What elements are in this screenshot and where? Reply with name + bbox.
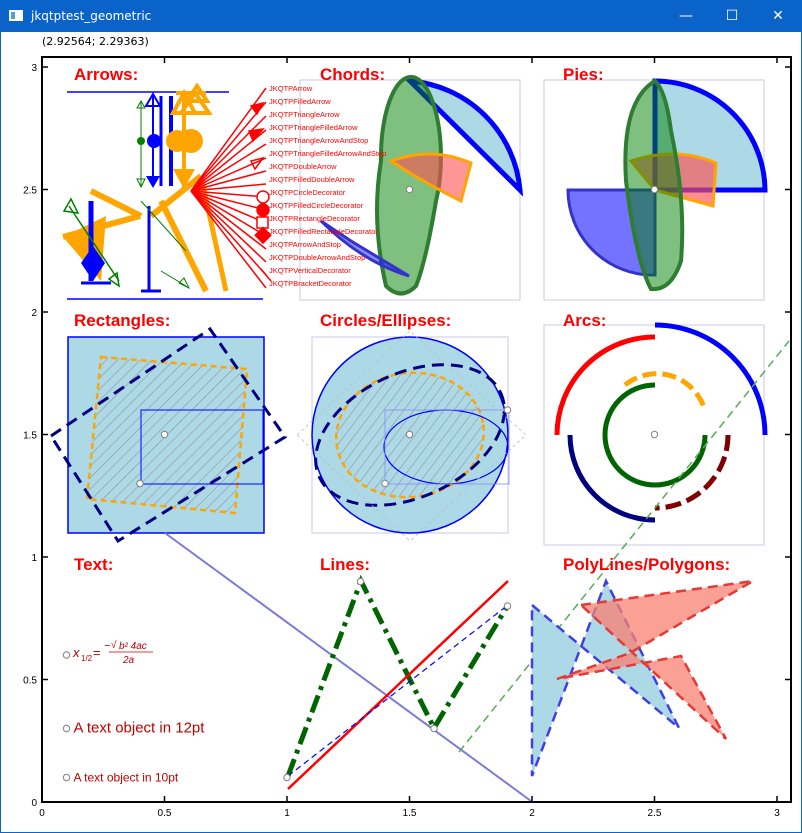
geometric-shapes-layer: x 1/2 = − √ b² 4ac 2a bbox=[48, 74, 790, 802]
section-heading: Rectangles: bbox=[74, 311, 170, 330]
section-heading: Arcs: bbox=[563, 311, 606, 330]
formula-numerator: √ bbox=[111, 639, 117, 651]
position-marker bbox=[283, 773, 291, 782]
arrow-type-label: JKQTPTriangleFilledArrowAndStop bbox=[269, 149, 386, 158]
formula-sub: 1/2 bbox=[81, 654, 93, 663]
position-marker bbox=[650, 430, 659, 439]
arrow-type-label: JKQTPRectangleDecorator bbox=[269, 214, 360, 223]
x-tick-label: 2 bbox=[529, 808, 535, 819]
y-tick-label: 0 bbox=[31, 798, 37, 809]
x-tick-label: 0.5 bbox=[158, 808, 172, 819]
arrow-type-label: JKQTPFilledArrow bbox=[269, 97, 331, 106]
text-object: A text object in 12pt bbox=[74, 720, 206, 737]
svg-text:−: − bbox=[104, 640, 111, 652]
section-heading: Chords: bbox=[320, 65, 385, 84]
x-tick-label: 0 bbox=[39, 808, 45, 819]
x-tick-label: 3 bbox=[774, 808, 780, 819]
polygons-demo bbox=[530, 577, 754, 777]
position-marker bbox=[62, 724, 71, 733]
text-object: A text object in 10pt bbox=[74, 771, 179, 785]
arrow-type-label: JKQTPBracketDecorator bbox=[269, 279, 352, 288]
position-marker bbox=[62, 773, 71, 782]
arrow-type-label: JKQTPDoubleArrow bbox=[269, 162, 337, 171]
x-tick-label: 2.5 bbox=[648, 808, 662, 819]
position-marker bbox=[160, 430, 169, 439]
svg-text:=: = bbox=[93, 645, 101, 660]
section-heading: Lines: bbox=[320, 555, 370, 574]
y-tick-label: 3 bbox=[31, 63, 37, 74]
position-marker bbox=[503, 602, 512, 610]
formula-lhs: x bbox=[72, 645, 80, 660]
arrow-type-label: JKQTPCircleDecorator bbox=[269, 188, 346, 197]
section-heading: Pies: bbox=[563, 65, 604, 84]
formula-text: x 1/2 = − √ b² 4ac 2a bbox=[72, 639, 153, 666]
position-marker bbox=[381, 479, 389, 488]
y-tick-label: 1 bbox=[31, 553, 37, 564]
position-marker bbox=[430, 724, 438, 733]
app-window: jkqtptest_geometric — ☐ ✕ (2.92564; 2.29… bbox=[0, 0, 802, 833]
x-tick-label: 1.5 bbox=[403, 808, 417, 819]
y-tick-label: 1.5 bbox=[23, 431, 37, 442]
arrow-fan bbox=[190, 87, 272, 289]
arrow-type-label: JKQTPFilledRectangleDecorator bbox=[269, 227, 378, 236]
section-heading: Text: bbox=[74, 555, 113, 574]
arrow-type-label: JKQTPTriangleArrowAndStop bbox=[269, 136, 368, 145]
position-marker bbox=[650, 185, 659, 194]
arrow-type-label: JKQTPFilledDoubleArrow bbox=[269, 175, 355, 184]
plot-area[interactable]: x 1/2 = − √ b² 4ac 2a 0 0.5 1 1.5 2 2.5 3 0 0.5 1… bbox=[1, 1, 801, 832]
position-marker bbox=[405, 185, 414, 194]
arrow-type-label: JKQTPVerticalDecorator bbox=[269, 266, 351, 275]
position-marker bbox=[62, 651, 71, 659]
arrows-demo bbox=[62, 82, 263, 300]
y-tick-label: 2 bbox=[31, 308, 37, 319]
formula-num-text: b² 4ac bbox=[119, 641, 147, 652]
section-heading: Arrows: bbox=[74, 65, 138, 84]
arrow-type-label: JKQTPTriangleArrow bbox=[269, 110, 340, 119]
arrow-type-label: JKQTPArrowAndStop bbox=[269, 240, 341, 249]
position-marker bbox=[356, 577, 365, 586]
section-heading: PolyLines/Polygons: bbox=[563, 555, 730, 574]
position-marker bbox=[503, 406, 512, 414]
y-tick-label: 0.5 bbox=[23, 676, 37, 687]
arrow-type-label: JKQTPDoubleArrowAndStop bbox=[269, 253, 365, 262]
arrow-type-label: JKQTPTriangleFilledArrow bbox=[269, 123, 358, 132]
position-marker bbox=[136, 479, 144, 488]
formula-denominator: 2a bbox=[122, 655, 135, 666]
position-marker bbox=[405, 430, 414, 439]
arrow-type-label: JKQTPArrow bbox=[269, 84, 313, 93]
x-tick-label: 1 bbox=[284, 808, 290, 819]
arrow-type-label: JKQTPFilledCircleDecorator bbox=[269, 201, 364, 210]
section-heading: Circles/Ellipses: bbox=[320, 311, 451, 330]
y-tick-label: 2.5 bbox=[23, 186, 37, 197]
